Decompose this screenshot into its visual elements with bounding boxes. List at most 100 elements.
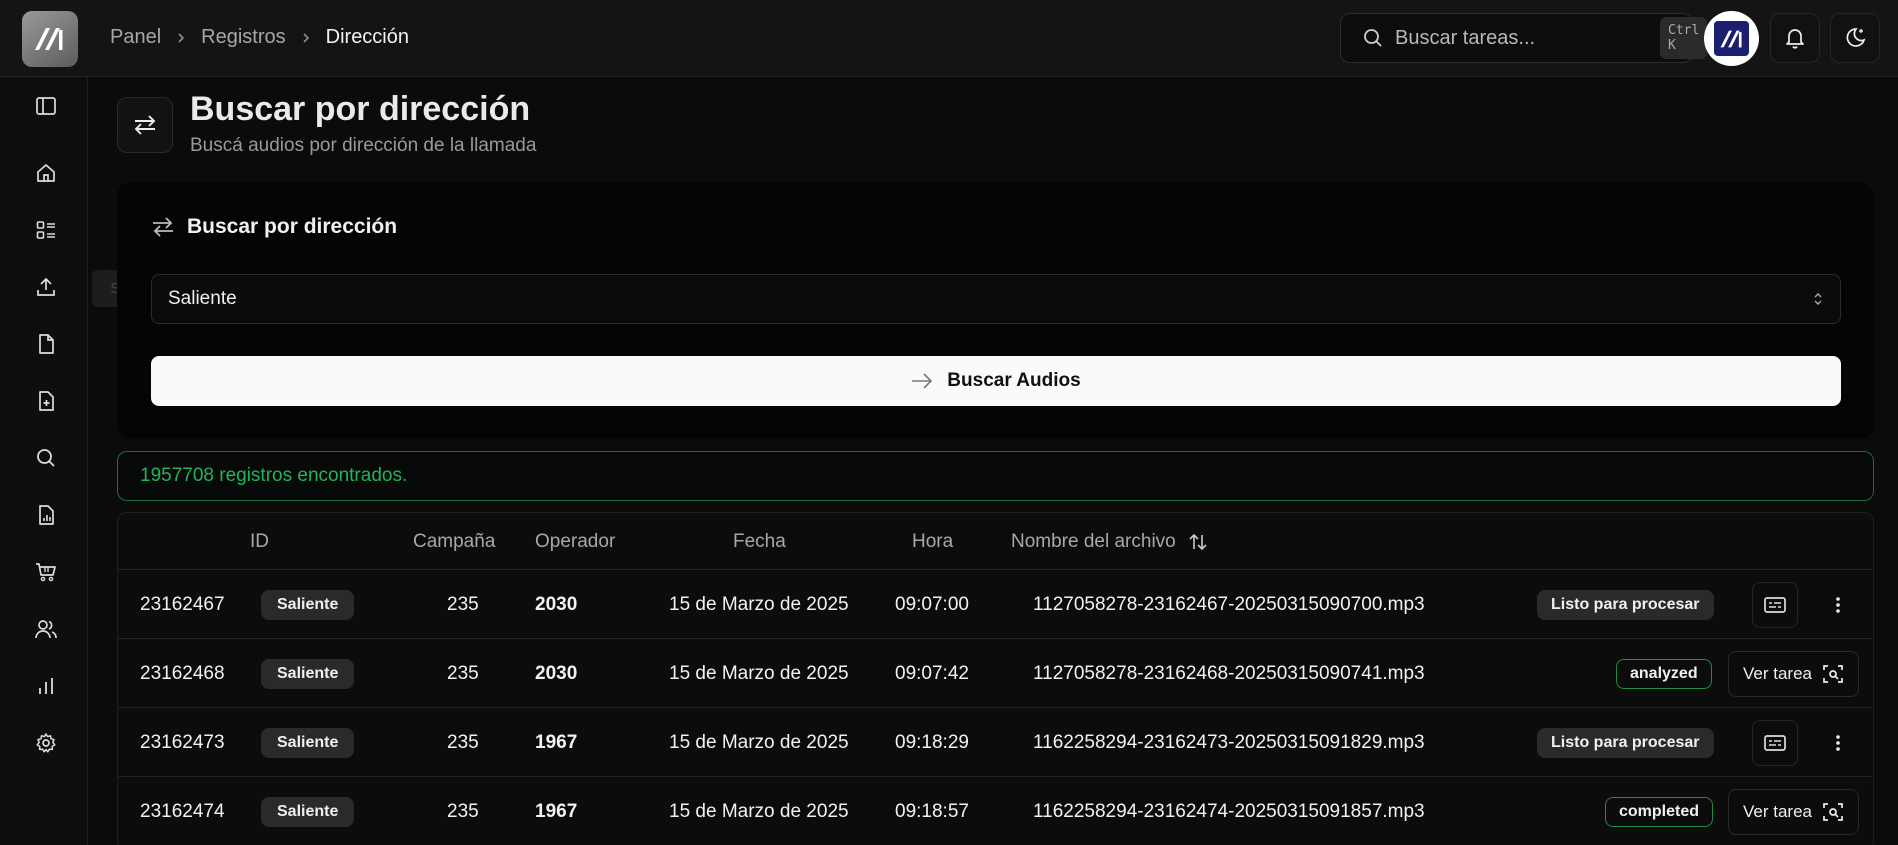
- row-menu-button[interactable]: [1823, 582, 1853, 628]
- search-card: Buscar por dirección Saliente Buscar Aud…: [117, 182, 1874, 439]
- caption-card-icon: [1763, 595, 1787, 615]
- column-time: Hora: [912, 531, 954, 552]
- sidebar-item-file[interactable]: [24, 322, 68, 366]
- results-alert: 1957708 registros encontrados.: [117, 451, 1874, 501]
- breadcrumb-panel[interactable]: Panel: [110, 26, 161, 49]
- column-filename-label: Nombre del archivo: [1011, 531, 1176, 552]
- card-title: Buscar por dirección: [151, 215, 397, 239]
- top-bar: Panel Registros Dirección Ctrl K: [0, 0, 1898, 77]
- sidebar-item-file-add[interactable]: [24, 379, 68, 423]
- row-time: 09:18:29: [895, 731, 969, 753]
- cart-icon: [34, 561, 58, 583]
- sidebar-item-stats[interactable]: [24, 664, 68, 708]
- sidebar-item-search[interactable]: [24, 436, 68, 480]
- view-task-label: Ver tarea: [1743, 663, 1812, 683]
- sidebar-item-upload[interactable]: [24, 265, 68, 309]
- scan-eye-icon: [1822, 663, 1844, 685]
- transcript-button[interactable]: [1752, 719, 1798, 766]
- file-plus-icon: [35, 390, 57, 412]
- search-audios-button[interactable]: Buscar Audios: [151, 356, 1841, 406]
- sidebar-item-users[interactable]: [24, 607, 68, 651]
- bar-chart-icon: [35, 675, 57, 697]
- transcript-button[interactable]: [1752, 581, 1798, 628]
- status-badge: Listo para procesar: [1537, 589, 1714, 620]
- direction-select-value: Saliente: [168, 288, 237, 309]
- direction-header-icon: [117, 97, 173, 153]
- breadcrumb-registros[interactable]: Registros: [201, 26, 285, 49]
- breadcrumb-current: Dirección: [325, 26, 409, 48]
- home-icon: [35, 162, 57, 184]
- search-icon: [1363, 28, 1383, 48]
- avatar-logo-icon: [1714, 21, 1749, 56]
- sidebar-item-report[interactable]: [24, 493, 68, 537]
- row-date: 15 de Marzo de 2025: [669, 800, 849, 822]
- view-task-button[interactable]: Ver tarea: [1728, 650, 1859, 697]
- view-task-label: Ver tarea: [1743, 801, 1812, 821]
- search-audios-label: Buscar Audios: [947, 370, 1081, 391]
- sidebar: [0, 77, 88, 845]
- list-grid-icon: [35, 219, 57, 241]
- search-box[interactable]: Ctrl K: [1340, 13, 1708, 63]
- row-campaign: 235: [447, 662, 479, 684]
- row-campaign: 235: [447, 593, 479, 615]
- bell-icon: [1785, 27, 1805, 49]
- search-input[interactable]: [1395, 26, 1660, 50]
- row-operator: 1967: [535, 731, 578, 753]
- users-icon: [34, 618, 58, 640]
- more-vertical-icon: [1835, 733, 1841, 753]
- table-row[interactable]: 23162474 Saliente 235 1967 15 de Marzo d…: [118, 777, 1873, 845]
- view-task-button[interactable]: Ver tarea: [1728, 788, 1859, 835]
- breadcrumb: Panel Registros Dirección: [110, 26, 409, 49]
- theme-toggle-button[interactable]: [1830, 13, 1880, 63]
- app-logo[interactable]: [22, 11, 78, 67]
- row-time: 09:18:57: [895, 800, 969, 822]
- row-id: 23162468: [140, 662, 225, 684]
- upload-icon: [35, 276, 57, 298]
- row-campaign: 235: [447, 800, 479, 822]
- table-row[interactable]: 23162468 Saliente 235 2030 15 de Marzo d…: [118, 639, 1873, 708]
- gear-icon: [35, 732, 57, 754]
- chevrons-up-down-icon: [1812, 290, 1824, 308]
- notifications-button[interactable]: [1770, 13, 1820, 63]
- direction-select[interactable]: Saliente: [151, 274, 1841, 324]
- logo-icon: [35, 28, 63, 50]
- direction-badge: Saliente: [261, 796, 355, 827]
- row-menu-button[interactable]: [1823, 720, 1853, 766]
- more-vertical-icon: [1835, 595, 1841, 615]
- column-id: ID: [250, 531, 269, 552]
- sidebar-panel-icon: [35, 95, 57, 117]
- chevron-right-icon: [300, 32, 312, 44]
- table-row[interactable]: 23162473 Saliente 235 1967 15 de Marzo d…: [118, 708, 1873, 777]
- sidebar-item-home[interactable]: [24, 151, 68, 195]
- page-subtitle: Buscá audios por dirección de la llamada: [190, 135, 537, 156]
- table-row[interactable]: 23162467 Saliente 235 2030 15 de Marzo d…: [118, 570, 1873, 639]
- arrow-right-icon: [911, 373, 933, 389]
- status-badge: completed: [1605, 796, 1714, 827]
- page-title: Buscar por dirección: [190, 90, 531, 128]
- scan-eye-icon: [1822, 801, 1844, 823]
- sidebar-item-list[interactable]: [24, 208, 68, 252]
- row-filename: 1127058278-23162467-20250315090700.mp3: [1033, 593, 1425, 615]
- card-title-text: Buscar por dirección: [187, 215, 398, 238]
- caption-card-icon: [1763, 733, 1787, 753]
- column-date: Fecha: [733, 531, 786, 552]
- row-time: 09:07:42: [895, 662, 969, 684]
- shortcut-hint: Ctrl K: [1660, 17, 1708, 59]
- row-filename: 1127058278-23162468-20250315090741.mp3: [1033, 662, 1425, 684]
- file-chart-icon: [35, 504, 57, 526]
- row-time: 09:07:00: [895, 593, 969, 615]
- direction-badge: Saliente: [261, 658, 355, 689]
- avatar[interactable]: [1704, 11, 1759, 66]
- row-date: 15 de Marzo de 2025: [669, 731, 849, 753]
- sidebar-item-cart[interactable]: [24, 550, 68, 594]
- row-campaign: 235: [447, 731, 479, 753]
- row-id: 23162467: [140, 593, 225, 615]
- row-filename: 1162258294-23162474-20250315091857.mp3: [1033, 800, 1425, 822]
- column-filename[interactable]: Nombre del archivo: [1011, 531, 1208, 553]
- row-operator: 2030: [535, 593, 578, 615]
- sidebar-item-settings[interactable]: [24, 721, 68, 765]
- row-date: 15 de Marzo de 2025: [669, 593, 849, 615]
- sidebar-toggle-button[interactable]: [24, 84, 68, 128]
- arrows-left-right-icon: [151, 216, 175, 238]
- moon-stars-icon: [1843, 26, 1867, 50]
